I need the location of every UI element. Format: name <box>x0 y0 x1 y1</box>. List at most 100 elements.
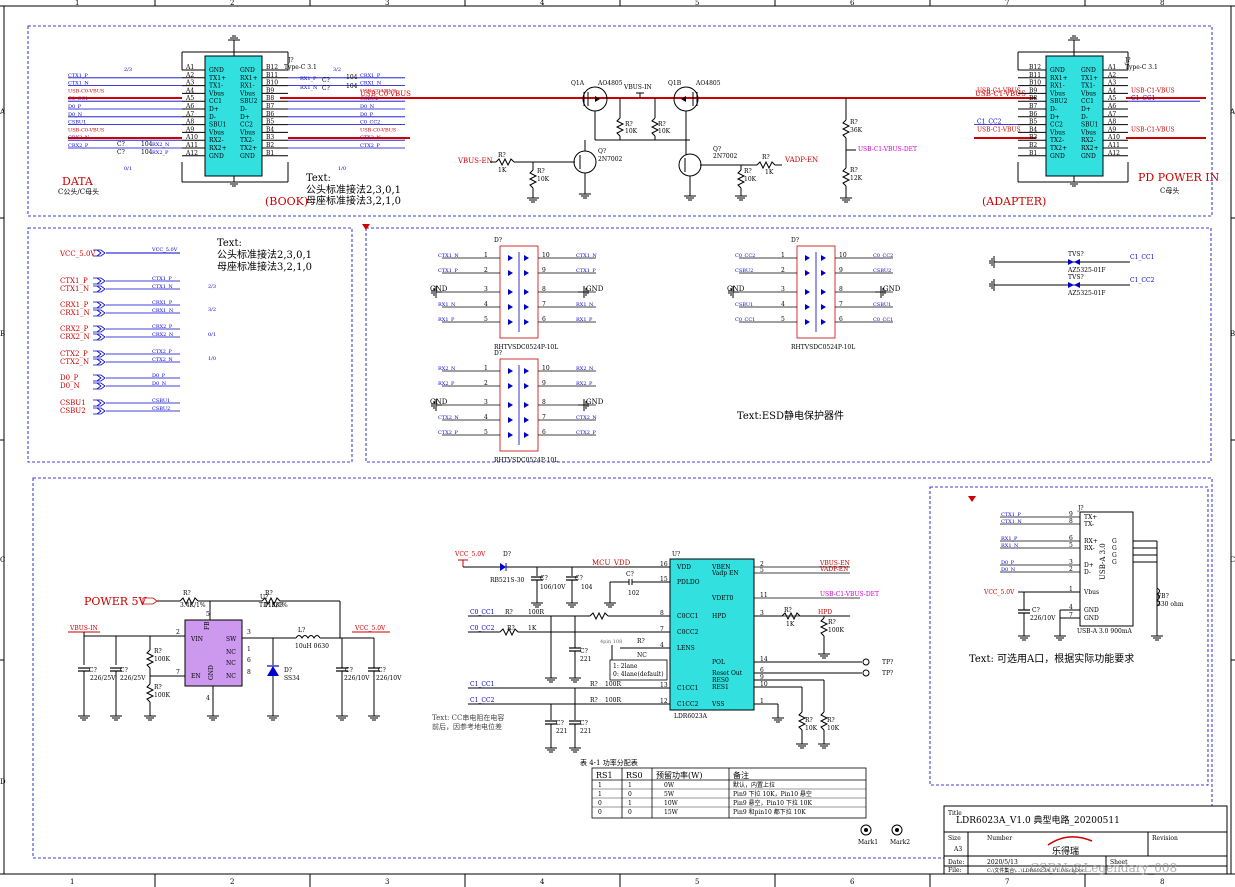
tvs2-ref: TVS? <box>1068 274 1084 281</box>
j1-right-net: D0_P <box>360 112 374 118</box>
j2-ref: J? <box>1124 57 1131 64</box>
tvs2-part: AZ5325-01F <box>1067 290 1106 297</box>
row-label-b-right: B <box>1230 330 1235 338</box>
esd-parts: D?RHTVSDC0524P-10L1 10CTX1_N CTX1_N2 9CTX1_… <box>430 237 901 464</box>
cc-r4-ref: R? <box>590 697 598 704</box>
j2-right-pin-num: A6 <box>1107 103 1116 110</box>
cc-note-line1: Text: CC串电阻在电容 <box>432 713 504 722</box>
usba-g-label: G <box>1112 559 1117 566</box>
netlist-net-label: CRX1_N <box>152 308 174 314</box>
col-label-1b: 1 <box>70 878 74 886</box>
j2-left-pin-name: Vbus <box>1049 90 1065 97</box>
ctl-left-pin-num: 16 <box>660 561 668 568</box>
j2-right-pin-name: RX2- <box>1081 137 1096 144</box>
j2-right-pin-num: A2 <box>1107 72 1116 79</box>
j2-right-pin-num: A4 <box>1107 87 1116 94</box>
netlist-port-label: CTX2_P <box>60 350 88 358</box>
usba-ref: J? <box>1077 505 1084 512</box>
netlist-net-label: CTX2_P <box>152 349 172 355</box>
j1-right-pin-name: Vbus <box>239 129 255 136</box>
esd-left-net: RX1_P <box>438 317 455 323</box>
ctl-right-net: USB-C1-VBUS-DET <box>820 591 879 598</box>
esd-right-pin: 10 <box>839 252 847 259</box>
j1-left-pin-name: TX1+ <box>209 75 226 82</box>
watermark: CSDN @Legendary_008 <box>1030 861 1177 875</box>
j1-left-pin-num: A3 <box>185 80 194 87</box>
table-cell: Pin9 悬空，Pin10 下拉 10K <box>733 799 812 807</box>
lens-box-line1: 1: 2lane <box>613 663 638 670</box>
table-cell: 1 <box>628 800 632 807</box>
j1-right-pin-num: B3 <box>266 134 274 141</box>
j1-cap-ref-4: C? <box>117 149 125 156</box>
revision-label: Revision <box>1152 835 1178 842</box>
netlist-items: CTX1_P CTX1_PCTX1_N CTX1_NCRX1_P CRX1_PCRX1… <box>60 276 180 415</box>
ctl-right-pin-name: POL <box>712 659 725 666</box>
j1-right-pin-num: B6 <box>266 111 274 118</box>
cc-r2-val: 1K <box>528 625 537 632</box>
power-u-ref: U? <box>260 594 268 601</box>
usba-pin-name: GND <box>1084 607 1099 614</box>
q-left-ref: Q? <box>598 148 606 155</box>
power-pinnum-gnd: 4 <box>206 695 210 702</box>
cc-c1-ref: C? <box>580 648 588 655</box>
usba-pin-num: 2 <box>1069 566 1073 573</box>
esd-right-net: RX1_P <box>576 317 593 323</box>
esd-right-net: C0_CC2 <box>873 253 893 259</box>
netlist-port-label: CRX2_P <box>60 325 89 333</box>
j1-cap-val-4: 104 <box>141 149 153 156</box>
netlist-text-line2: 母座标准接法3,2,1,0 <box>217 260 312 273</box>
cc-r3-ref: R? <box>590 681 598 688</box>
lens-box-line2: 0: 4lane(default) <box>613 671 664 678</box>
controller-pins: 16 VDD15 PDLDO8 C0CC17 C0CC24 LENS13 C1CC112 C1… <box>660 560 893 708</box>
r-en2-val: 100K <box>154 692 170 699</box>
esd-part-name: RHTVSDC0524P-10L <box>494 344 558 351</box>
netlist-net-label: CRX2_N <box>152 332 174 338</box>
col-label-8: 8 <box>1160 0 1164 7</box>
table-cell: 0 <box>628 809 632 816</box>
netlist-vcc-label: VCC_5.0V <box>59 250 96 258</box>
esd-left-net: C0_CC1 <box>735 317 755 323</box>
ctl-d-ref: D? <box>503 551 511 558</box>
j1-cap-net-1: RX1_P <box>300 76 317 82</box>
netlist-net-label: D0_N <box>152 381 167 387</box>
j1-left-pin-name: RX2- <box>209 137 224 144</box>
j2-left-pin-name: RX1+ <box>1050 75 1068 82</box>
r-left-ref: R? <box>625 121 633 128</box>
marks: Mark1 Mark2 <box>858 824 910 846</box>
esd-right-pin: 7 <box>839 301 843 308</box>
usba-fb-ref: FB? <box>1157 593 1169 600</box>
j1-left-pin-name: Vbus <box>208 129 224 136</box>
col-label-8b: 8 <box>1160 878 1164 886</box>
j1-left-pin-num: A1 <box>185 64 194 71</box>
j1-right-pin-name: TX2+ <box>240 145 257 152</box>
netlist-port-label: CTX1_N <box>60 285 89 293</box>
j2-left-pin-num: B12 <box>1029 64 1041 71</box>
hpd-r2-ref: R? <box>828 619 836 626</box>
table-cell: 0 <box>628 791 632 798</box>
usba-net: CTX1_N <box>1001 519 1022 525</box>
cc-r2-ref: R? <box>507 625 515 632</box>
cc-c3-ref: C? <box>580 720 588 727</box>
j1-type: Type-C 3.1 <box>284 64 317 71</box>
netlist-net-label: CRX1_P <box>152 300 173 306</box>
table-cell: 默认，内置上拉 <box>733 781 775 789</box>
ctl-testpoint: TP? <box>882 659 893 666</box>
ctl-right-net: VADP-EN <box>819 566 848 573</box>
netlist-port-label: D0_P <box>60 374 79 382</box>
j2-left-pin-name: TX2- <box>1050 137 1064 144</box>
ctl-right-pin-name: Vadp EN <box>711 570 739 577</box>
esd-left-pin: 2 <box>484 267 488 274</box>
esd-left-net: C0_CC2 <box>735 253 755 259</box>
j1-left-pin-num: A6 <box>185 103 194 110</box>
netlist-port-icon <box>92 285 106 293</box>
j1-right-pin-num: B5 <box>266 119 274 126</box>
j2-right-pin-name: SBU1 <box>1081 122 1098 129</box>
ctl-c2-ref: C? <box>575 575 583 582</box>
vbus-en-label: VBUS-EN <box>457 157 493 165</box>
netlist-port-label: CTX1_P <box>60 277 88 285</box>
ctl-d-part: RB521S-30 <box>490 577 525 584</box>
j1-left-net: USB-C0-VBUS <box>68 127 105 133</box>
table-header-power: 预留功率(W) <box>656 770 702 780</box>
netlist-port-label: D0_N <box>60 382 80 390</box>
j1-right-net: D0_N <box>360 104 375 110</box>
